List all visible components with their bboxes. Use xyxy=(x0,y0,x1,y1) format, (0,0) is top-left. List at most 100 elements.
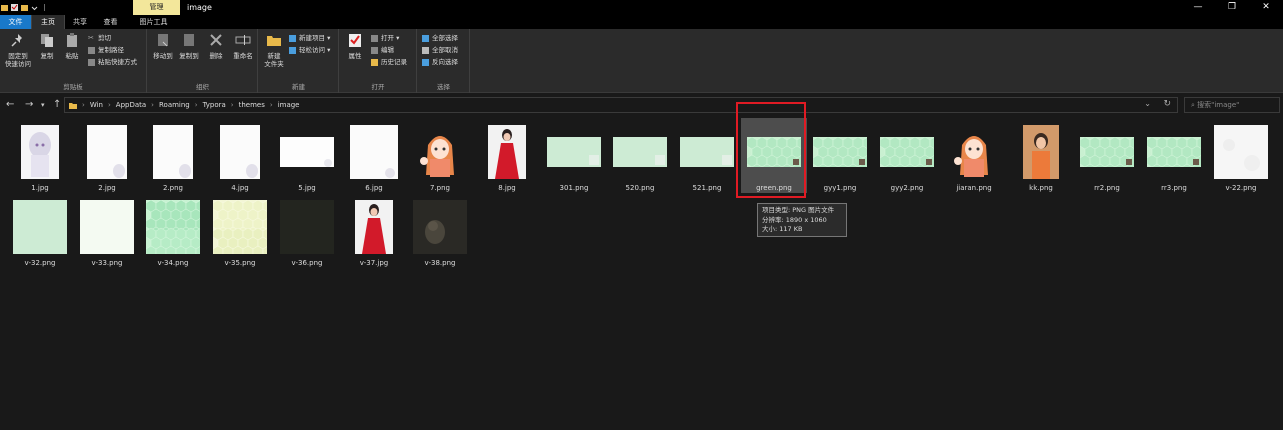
image-thumbnail xyxy=(613,137,667,167)
minimize-button[interactable]: — xyxy=(1181,0,1215,15)
image-thumbnail xyxy=(488,125,526,179)
tab-view[interactable]: 查看 xyxy=(95,15,126,29)
back-button[interactable]: ← xyxy=(6,98,14,112)
move-to-button[interactable]: 移动到 xyxy=(151,32,175,60)
open-button[interactable]: 打开 ▾ xyxy=(371,34,399,43)
address-dropdown-button[interactable]: ⌄ xyxy=(1144,99,1151,108)
breadcrumb-typora[interactable]: Typora xyxy=(203,101,226,109)
file-item[interactable]: 2.jpg xyxy=(74,118,140,193)
file-item[interactable]: v-35.png xyxy=(207,193,273,268)
file-thumbnail xyxy=(1074,124,1140,180)
file-item[interactable]: gyy1.png xyxy=(807,118,873,193)
file-name: 1.jpg xyxy=(31,184,49,192)
file-thumbnail xyxy=(741,124,807,180)
file-item[interactable]: v-22.png xyxy=(1208,118,1274,193)
organize-group-label: 组织 xyxy=(196,83,209,91)
copy-path-button[interactable]: 复制路径 xyxy=(88,46,124,55)
breadcrumb-roaming[interactable]: Roaming xyxy=(159,101,190,109)
copy-to-label: 复制到 xyxy=(179,52,199,60)
delete-button[interactable]: 删除 xyxy=(206,32,226,60)
file-item[interactable]: v-38.png xyxy=(407,193,473,268)
maximize-button[interactable]: ❐ xyxy=(1215,0,1249,15)
up-button[interactable]: ↑ xyxy=(53,98,61,112)
file-item[interactable]: rr2.png xyxy=(1074,118,1140,193)
file-thumbnail xyxy=(274,124,340,180)
image-thumbnail xyxy=(153,125,193,179)
file-item[interactable]: v-36.png xyxy=(274,193,340,268)
recent-locations-button[interactable]: ▾ xyxy=(41,98,45,112)
paste-button[interactable]: 粘贴 xyxy=(60,32,84,60)
file-item[interactable]: 5.jpg xyxy=(274,118,340,193)
file-name: 4.jpg xyxy=(231,184,249,192)
file-item[interactable]: green.png xyxy=(741,118,807,193)
paste-shortcut-button[interactable]: 粘贴快捷方式 xyxy=(88,58,137,67)
file-item[interactable]: jiaran.png xyxy=(941,118,1007,193)
edit-button[interactable]: 编辑 xyxy=(371,46,394,55)
file-item[interactable]: kk.png xyxy=(1008,118,1074,193)
rename-icon xyxy=(235,35,251,45)
breadcrumb-appdata[interactable]: AppData xyxy=(116,101,146,109)
file-name: 301.png xyxy=(559,184,589,192)
invert-selection-label: 反向选择 xyxy=(432,58,458,66)
tab-picture-tools[interactable]: 图片工具 xyxy=(126,15,181,29)
invert-selection-button[interactable]: 反向选择 xyxy=(422,58,458,67)
customize-icon[interactable] xyxy=(31,3,38,12)
file-item[interactable]: 1.jpg xyxy=(7,118,73,193)
file-item[interactable]: rr3.png xyxy=(1141,118,1207,193)
forward-button[interactable]: → xyxy=(25,98,33,112)
image-thumbnail xyxy=(280,200,334,254)
address-bar[interactable]: › Win › AppData › Roaming › Typora › the… xyxy=(64,97,1178,113)
file-item[interactable]: gyy2.png xyxy=(874,118,940,193)
properties-button[interactable]: 属性 xyxy=(343,32,367,60)
copy-path-label: 复制路径 xyxy=(98,46,124,54)
file-item[interactable]: v-37.jpg xyxy=(341,193,407,268)
pin-quick-access-button[interactable]: 固定到 快速访问 xyxy=(2,32,34,68)
breadcrumb-themes[interactable]: themes xyxy=(239,101,265,109)
breadcrumb-win[interactable]: Win xyxy=(90,101,103,109)
file-item[interactable]: v-33.png xyxy=(74,193,140,268)
copy-to-button[interactable]: 复制到 xyxy=(177,32,201,60)
select-all-button[interactable]: 全部选择 xyxy=(422,34,458,43)
tab-share[interactable]: 共享 xyxy=(65,15,95,29)
properties-icon[interactable] xyxy=(11,3,18,12)
copy-to-icon xyxy=(184,34,194,46)
file-thumbnail xyxy=(407,199,473,255)
file-item[interactable]: v-34.png xyxy=(140,193,206,268)
refresh-button[interactable]: ↻ xyxy=(1163,99,1171,109)
easy-access-button[interactable]: 轻松访问 ▾ xyxy=(289,46,330,55)
file-name: 5.jpg xyxy=(298,184,316,192)
select-none-button[interactable]: 全部取消 xyxy=(422,46,458,55)
file-item[interactable]: 8.jpg xyxy=(474,118,540,193)
file-item[interactable]: 6.jpg xyxy=(341,118,407,193)
file-item[interactable]: 521.png xyxy=(674,118,740,193)
delete-label: 删除 xyxy=(209,52,223,60)
file-item[interactable]: 520.png xyxy=(607,118,673,193)
tab-file[interactable]: 文件 xyxy=(0,15,31,29)
file-thumbnail xyxy=(874,124,940,180)
search-input[interactable]: ⌕ 搜索"image" xyxy=(1184,97,1280,113)
file-item[interactable]: v-32.png xyxy=(7,193,73,268)
copy-button[interactable]: 复制 xyxy=(36,32,58,60)
tooltip-size: 大小: 117 KB xyxy=(762,225,803,233)
rename-label: 重命名 xyxy=(233,52,253,60)
breadcrumb-image[interactable]: image xyxy=(278,101,300,109)
folder-icon[interactable] xyxy=(1,3,8,12)
new-folder-button[interactable]: 新建 文件夹 xyxy=(261,32,287,68)
tab-home[interactable]: 主页 xyxy=(31,15,65,29)
rename-button[interactable]: 重命名 xyxy=(230,32,256,60)
history-icon xyxy=(371,59,378,66)
file-item[interactable]: 4.jpg xyxy=(207,118,273,193)
new-folder-icon[interactable] xyxy=(21,3,28,12)
new-item-button[interactable]: 新建项目 ▾ xyxy=(289,34,330,43)
cut-button[interactable]: ✂ 剪切 xyxy=(88,34,111,43)
history-button[interactable]: 历史记录 xyxy=(371,58,407,67)
file-name: 521.png xyxy=(692,184,722,192)
copy-label: 复制 xyxy=(40,52,54,60)
manage-context-tab[interactable]: 管理 xyxy=(133,0,180,15)
edit-label: 编辑 xyxy=(381,46,394,54)
file-item[interactable]: 2.png xyxy=(140,118,206,193)
file-item[interactable]: 7.png xyxy=(407,118,473,193)
file-item[interactable]: 301.png xyxy=(541,118,607,193)
open-icon xyxy=(371,35,378,42)
close-button[interactable]: ✕ xyxy=(1249,0,1283,15)
